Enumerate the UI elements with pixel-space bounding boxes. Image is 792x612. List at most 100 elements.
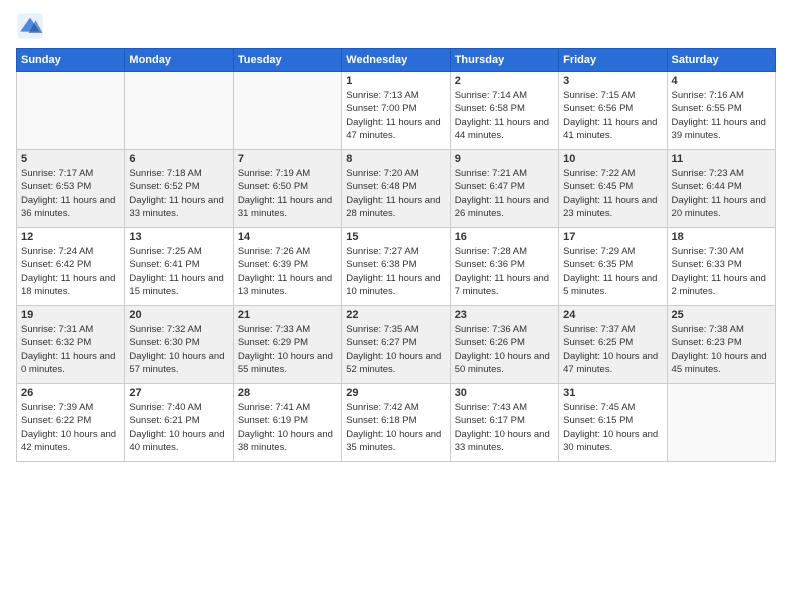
day-number: 5 bbox=[21, 153, 120, 165]
day-cell: 4Sunrise: 7:16 AMSunset: 6:55 PMDaylight… bbox=[667, 72, 775, 150]
day-info: Sunrise: 7:23 AMSunset: 6:44 PMDaylight:… bbox=[672, 167, 771, 220]
day-cell: 2 Sunrise: 7:14 AMSunset: 6:58 PMDaylight… bbox=[450, 72, 558, 150]
week-row-4: 19 Sunrise: 7:31 AMSunset: 6:32 PMDayligh… bbox=[17, 306, 776, 384]
day-number: 29 bbox=[346, 387, 445, 399]
week-row-2: 5 Sunrise: 7:17 AMSunset: 6:53 PMDaylight… bbox=[17, 150, 776, 228]
day-number: 26 bbox=[21, 387, 120, 399]
column-header-wednesday: Wednesday bbox=[342, 49, 450, 72]
calendar-table: SundayMondayTuesdayWednesdayThursdayFrid… bbox=[16, 48, 776, 462]
day-cell: 22 Sunrise: 7:35 AMSunset: 6:27 PMDayligh… bbox=[342, 306, 450, 384]
day-number: 13 bbox=[129, 231, 228, 243]
day-number: 1 bbox=[346, 75, 445, 87]
day-cell: 25Sunrise: 7:38 AMSunset: 6:23 PMDayligh… bbox=[667, 306, 775, 384]
day-cell: 12 Sunrise: 7:24 AMSunset: 6:42 PMDayligh… bbox=[17, 228, 125, 306]
day-info: Sunrise: 7:35 AMSunset: 6:27 PMDaylight:… bbox=[346, 323, 445, 376]
day-info: Sunrise: 7:36 AMSunset: 6:26 PMDaylight:… bbox=[455, 323, 554, 376]
day-info: Sunrise: 7:28 AMSunset: 6:36 PMDaylight:… bbox=[455, 245, 554, 298]
day-number: 17 bbox=[563, 231, 662, 243]
logo-icon bbox=[16, 12, 44, 40]
week-row-5: 26 Sunrise: 7:39 AMSunset: 6:22 PMDayligh… bbox=[17, 384, 776, 462]
day-cell: 30Sunrise: 7:43 AMSunset: 6:17 PMDayligh… bbox=[450, 384, 558, 462]
day-info: Sunrise: 7:13 AMSunset: 7:00 PMDaylight:… bbox=[346, 89, 445, 142]
day-cell: 7Sunrise: 7:19 AMSunset: 6:50 PMDaylight… bbox=[233, 150, 341, 228]
day-number: 16 bbox=[455, 231, 554, 243]
day-cell: 9 Sunrise: 7:21 AMSunset: 6:47 PMDaylight… bbox=[450, 150, 558, 228]
day-info: Sunrise: 7:26 AMSunset: 6:39 PMDaylight:… bbox=[238, 245, 337, 298]
column-header-monday: Monday bbox=[125, 49, 233, 72]
day-cell: 19 Sunrise: 7:31 AMSunset: 6:32 PMDayligh… bbox=[17, 306, 125, 384]
day-info: Sunrise: 7:21 AMSunset: 6:47 PMDaylight:… bbox=[455, 167, 554, 220]
day-info: Sunrise: 7:40 AMSunset: 6:21 PMDaylight:… bbox=[129, 401, 228, 454]
day-cell: 13 Sunrise: 7:25 AMSunset: 6:41 PMDayligh… bbox=[125, 228, 233, 306]
day-number: 27 bbox=[129, 387, 228, 399]
day-number: 3 bbox=[563, 75, 662, 87]
day-number: 30 bbox=[455, 387, 554, 399]
day-cell: 1 Sunrise: 7:13 AMSunset: 7:00 PMDaylight… bbox=[342, 72, 450, 150]
day-info: Sunrise: 7:31 AMSunset: 6:32 PMDaylight:… bbox=[21, 323, 120, 376]
day-cell: 28 Sunrise: 7:41 AMSunset: 6:19 PMDayligh… bbox=[233, 384, 341, 462]
day-number: 2 bbox=[455, 75, 554, 87]
week-row-3: 12 Sunrise: 7:24 AMSunset: 6:42 PMDayligh… bbox=[17, 228, 776, 306]
column-header-thursday: Thursday bbox=[450, 49, 558, 72]
column-header-sunday: Sunday bbox=[17, 49, 125, 72]
day-number: 15 bbox=[346, 231, 445, 243]
day-number: 25 bbox=[672, 309, 771, 321]
day-cell: 15 Sunrise: 7:27 AMSunset: 6:38 PMDayligh… bbox=[342, 228, 450, 306]
day-cell: 10Sunrise: 7:22 AMSunset: 6:45 PMDayligh… bbox=[559, 150, 667, 228]
day-cell: 18 Sunrise: 7:30 AMSunset: 6:33 PMDayligh… bbox=[667, 228, 775, 306]
day-cell: 14 Sunrise: 7:26 AMSunset: 6:39 PMDayligh… bbox=[233, 228, 341, 306]
day-info: Sunrise: 7:24 AMSunset: 6:42 PMDaylight:… bbox=[21, 245, 120, 298]
logo bbox=[16, 12, 46, 40]
day-info: Sunrise: 7:42 AMSunset: 6:18 PMDaylight:… bbox=[346, 401, 445, 454]
day-cell: 23 Sunrise: 7:36 AMSunset: 6:26 PMDayligh… bbox=[450, 306, 558, 384]
day-cell: 21 Sunrise: 7:33 AMSunset: 6:29 PMDayligh… bbox=[233, 306, 341, 384]
week-row-1: 1 Sunrise: 7:13 AMSunset: 7:00 PMDaylight… bbox=[17, 72, 776, 150]
day-number: 23 bbox=[455, 309, 554, 321]
day-number: 31 bbox=[563, 387, 662, 399]
day-cell bbox=[125, 72, 233, 150]
day-info: Sunrise: 7:27 AMSunset: 6:38 PMDaylight:… bbox=[346, 245, 445, 298]
day-number: 12 bbox=[21, 231, 120, 243]
day-number: 28 bbox=[238, 387, 337, 399]
day-cell: 29 Sunrise: 7:42 AMSunset: 6:18 PMDayligh… bbox=[342, 384, 450, 462]
day-cell bbox=[17, 72, 125, 150]
day-cell: 27 Sunrise: 7:40 AMSunset: 6:21 PMDayligh… bbox=[125, 384, 233, 462]
day-info: Sunrise: 7:41 AMSunset: 6:19 PMDaylight:… bbox=[238, 401, 337, 454]
day-info: Sunrise: 7:25 AMSunset: 6:41 PMDaylight:… bbox=[129, 245, 228, 298]
day-number: 19 bbox=[21, 309, 120, 321]
calendar-page: SundayMondayTuesdayWednesdayThursdayFrid… bbox=[0, 0, 792, 612]
day-number: 22 bbox=[346, 309, 445, 321]
day-cell: 20Sunrise: 7:32 AMSunset: 6:30 PMDayligh… bbox=[125, 306, 233, 384]
day-info: Sunrise: 7:19 AMSunset: 6:50 PMDaylight:… bbox=[238, 167, 337, 220]
day-number: 21 bbox=[238, 309, 337, 321]
day-cell: 24 Sunrise: 7:37 AMSunset: 6:25 PMDayligh… bbox=[559, 306, 667, 384]
day-number: 14 bbox=[238, 231, 337, 243]
day-cell: 8Sunrise: 7:20 AMSunset: 6:48 PMDaylight… bbox=[342, 150, 450, 228]
day-info: Sunrise: 7:29 AMSunset: 6:35 PMDaylight:… bbox=[563, 245, 662, 298]
day-info: Sunrise: 7:39 AMSunset: 6:22 PMDaylight:… bbox=[21, 401, 120, 454]
header-row: SundayMondayTuesdayWednesdayThursdayFrid… bbox=[17, 49, 776, 72]
day-cell: 26 Sunrise: 7:39 AMSunset: 6:22 PMDayligh… bbox=[17, 384, 125, 462]
day-number: 8 bbox=[346, 153, 445, 165]
day-cell bbox=[233, 72, 341, 150]
column-header-tuesday: Tuesday bbox=[233, 49, 341, 72]
day-info: Sunrise: 7:30 AMSunset: 6:33 PMDaylight:… bbox=[672, 245, 771, 298]
day-info: Sunrise: 7:14 AMSunset: 6:58 PMDaylight:… bbox=[455, 89, 554, 142]
day-info: Sunrise: 7:16 AMSunset: 6:55 PMDaylight:… bbox=[672, 89, 771, 142]
day-info: Sunrise: 7:17 AMSunset: 6:53 PMDaylight:… bbox=[21, 167, 120, 220]
day-number: 11 bbox=[672, 153, 771, 165]
day-cell: 16 Sunrise: 7:28 AMSunset: 6:36 PMDayligh… bbox=[450, 228, 558, 306]
day-info: Sunrise: 7:37 AMSunset: 6:25 PMDaylight:… bbox=[563, 323, 662, 376]
header bbox=[16, 12, 776, 40]
day-info: Sunrise: 7:18 AMSunset: 6:52 PMDaylight:… bbox=[129, 167, 228, 220]
column-header-saturday: Saturday bbox=[667, 49, 775, 72]
day-number: 9 bbox=[455, 153, 554, 165]
day-number: 18 bbox=[672, 231, 771, 243]
day-cell: 17 Sunrise: 7:29 AMSunset: 6:35 PMDayligh… bbox=[559, 228, 667, 306]
day-info: Sunrise: 7:33 AMSunset: 6:29 PMDaylight:… bbox=[238, 323, 337, 376]
day-cell: 11 Sunrise: 7:23 AMSunset: 6:44 PMDayligh… bbox=[667, 150, 775, 228]
day-number: 20 bbox=[129, 309, 228, 321]
day-number: 10 bbox=[563, 153, 662, 165]
day-info: Sunrise: 7:15 AMSunset: 6:56 PMDaylight:… bbox=[563, 89, 662, 142]
day-number: 24 bbox=[563, 309, 662, 321]
